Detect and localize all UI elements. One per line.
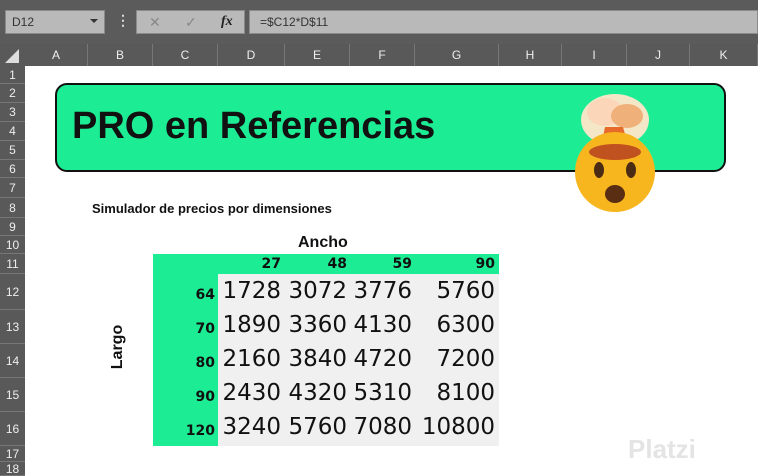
row-header-value[interactable]: 64 bbox=[153, 287, 215, 303]
table-cell[interactable]: 10800 bbox=[409, 414, 495, 440]
row-header-18[interactable]: 18 bbox=[0, 462, 25, 476]
platzi-watermark: Platzi bbox=[628, 434, 696, 464]
row-header-value[interactable]: 70 bbox=[153, 321, 215, 337]
table-cell[interactable]: 3360 bbox=[279, 312, 347, 338]
row-header-11[interactable]: 11 bbox=[0, 254, 25, 274]
row-header-5[interactable]: 5 bbox=[0, 141, 25, 160]
row-header-10[interactable]: 10 bbox=[0, 236, 25, 254]
col-header-value[interactable]: 59 bbox=[350, 256, 412, 272]
column-header-C[interactable]: C bbox=[153, 44, 218, 66]
table-cell[interactable]: 7200 bbox=[409, 346, 495, 372]
table-cell[interactable]: 7080 bbox=[344, 414, 412, 440]
row-header-6[interactable]: 6 bbox=[0, 160, 25, 178]
more-icon[interactable]: ⋮ bbox=[116, 12, 130, 29]
cancel-icon[interactable]: ✕ bbox=[149, 14, 161, 31]
column-header-K[interactable]: K bbox=[690, 44, 758, 66]
table-cell[interactable]: 3240 bbox=[212, 414, 281, 440]
row-header-4[interactable]: 4 bbox=[0, 122, 25, 141]
row-header-14[interactable]: 14 bbox=[0, 344, 25, 378]
table-cell[interactable]: 5310 bbox=[344, 380, 412, 406]
row-header-9[interactable]: 9 bbox=[0, 218, 25, 236]
row-axis-label: Largo bbox=[109, 324, 127, 370]
row-header-16[interactable]: 16 bbox=[0, 412, 25, 446]
table-cell[interactable]: 8100 bbox=[409, 380, 495, 406]
table-cell[interactable]: 3072 bbox=[279, 278, 347, 304]
col-header-value[interactable]: 90 bbox=[415, 256, 495, 272]
col-header-value[interactable]: 27 bbox=[218, 256, 281, 272]
select-all-button[interactable] bbox=[5, 49, 19, 63]
row-header-value[interactable]: 80 bbox=[153, 355, 215, 371]
row-header-15[interactable]: 15 bbox=[0, 378, 25, 412]
col-header-value[interactable]: 48 bbox=[285, 256, 347, 272]
column-header-H[interactable]: H bbox=[499, 44, 562, 66]
table-cell[interactable]: 3840 bbox=[279, 346, 347, 372]
table-cell[interactable]: 4720 bbox=[344, 346, 412, 372]
formula-buttons: ✕ ✓ fx bbox=[136, 10, 245, 34]
table-cell[interactable]: 1728 bbox=[212, 278, 281, 304]
row-header-13[interactable]: 13 bbox=[0, 310, 25, 344]
row-headers: 1 2 3 4 5 6 7 8 9 10 11 12 13 14 15 16 17 18 bbox=[0, 66, 25, 476]
table-cell[interactable]: 2160 bbox=[212, 346, 281, 372]
name-box[interactable]: D12 bbox=[5, 10, 105, 34]
column-header-E[interactable]: E bbox=[285, 44, 350, 66]
chevron-down-icon[interactable] bbox=[90, 19, 98, 23]
col-axis-label: Ancho bbox=[298, 234, 348, 251]
name-box-value: D12 bbox=[12, 15, 35, 29]
table-cell[interactable]: 1890 bbox=[212, 312, 281, 338]
row-header-1[interactable]: 1 bbox=[0, 66, 25, 84]
row-header-3[interactable]: 3 bbox=[0, 103, 25, 122]
table-cell[interactable]: 6300 bbox=[409, 312, 495, 338]
column-header-J[interactable]: J bbox=[627, 44, 690, 66]
table-cell[interactable]: 4320 bbox=[279, 380, 347, 406]
column-header-A[interactable]: A bbox=[25, 44, 88, 66]
table-cell[interactable]: 2430 bbox=[212, 380, 281, 406]
exploding-head-emoji-icon bbox=[575, 94, 655, 212]
formula-bar: D12 ⋮ ✕ ✓ fx =$C12*D$11 bbox=[0, 0, 758, 44]
enter-icon[interactable]: ✓ bbox=[185, 14, 197, 31]
banner-title: PRO en Referencias bbox=[72, 105, 436, 147]
row-header-7[interactable]: 7 bbox=[0, 178, 25, 198]
table-cell[interactable]: 5760 bbox=[409, 278, 495, 304]
row-header-value[interactable]: 90 bbox=[153, 389, 215, 405]
column-header-I[interactable]: I bbox=[562, 44, 627, 66]
row-header-12[interactable]: 12 bbox=[0, 274, 25, 310]
formula-input[interactable]: =$C12*D$11 bbox=[249, 10, 758, 34]
row-header-value[interactable]: 120 bbox=[153, 423, 215, 439]
column-header-B[interactable]: B bbox=[88, 44, 153, 66]
subtitle: Simulador de precios por dimensiones bbox=[92, 201, 332, 216]
row-header-17[interactable]: 17 bbox=[0, 446, 25, 462]
column-header-F[interactable]: F bbox=[350, 44, 415, 66]
column-headers: ABCDEFGHIJK bbox=[0, 44, 758, 66]
table-cell[interactable]: 3776 bbox=[344, 278, 412, 304]
table-cell[interactable]: 5760 bbox=[279, 414, 347, 440]
column-header-G[interactable]: G bbox=[415, 44, 499, 66]
column-header-D[interactable]: D bbox=[218, 44, 285, 66]
table-cell[interactable]: 4130 bbox=[344, 312, 412, 338]
insert-function-icon[interactable]: fx bbox=[221, 14, 233, 30]
row-header-8[interactable]: 8 bbox=[0, 198, 25, 218]
row-header-2[interactable]: 2 bbox=[0, 84, 25, 103]
